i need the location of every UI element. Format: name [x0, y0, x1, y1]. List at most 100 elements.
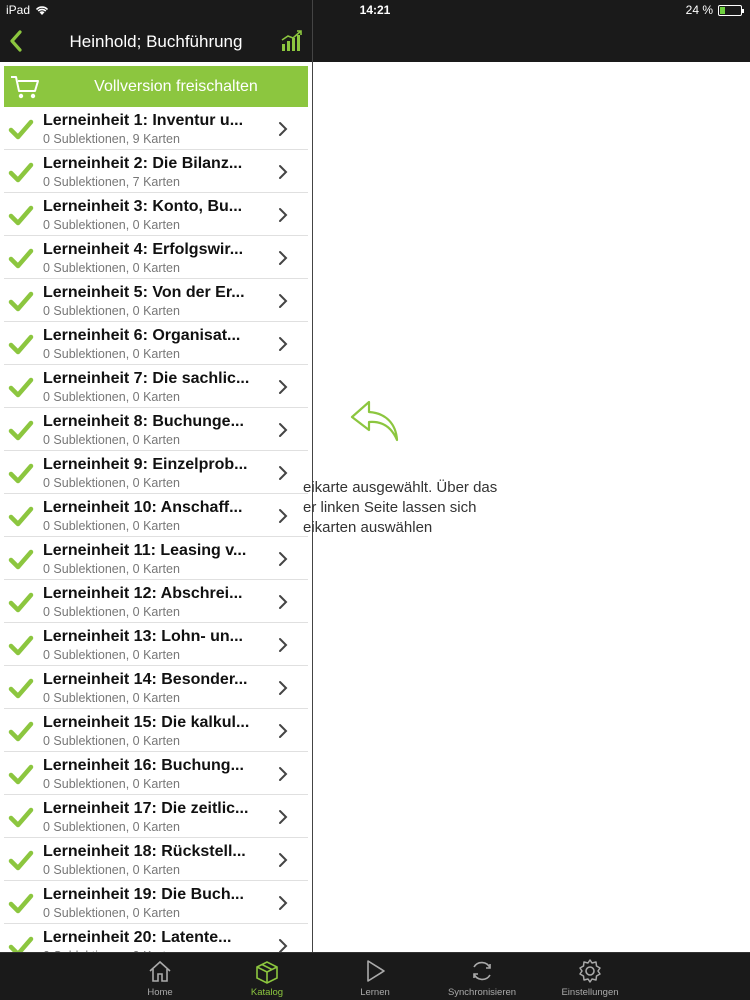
empty-selection-message: eikarte ausgewählt. Über das er linken S… — [303, 479, 498, 536]
lesson-subtitle: 0 Sublektionen, 0 Karten — [43, 304, 180, 318]
list-item[interactable]: Lerneinheit 13: Lohn- un... 0 Sublektione… — [4, 623, 308, 666]
list-item[interactable]: Lerneinheit 17: Die zeitlic... 0 Sublekti… — [4, 795, 308, 838]
list-item[interactable]: Lerneinheit 8: Buchunge... 0 Sublektionen… — [4, 408, 308, 451]
chevron-right-icon — [279, 294, 288, 308]
chevron-right-icon — [279, 853, 288, 867]
lesson-subtitle: 0 Sublektionen, 0 Karten — [43, 433, 180, 447]
list-item[interactable]: Lerneinheit 14: Besonder... 0 Sublektione… — [4, 666, 308, 709]
checkmark-icon — [8, 248, 34, 269]
checkmark-icon — [8, 635, 34, 656]
list-item[interactable]: Lerneinheit 1: Inventur u... 0 Sublektion… — [4, 107, 308, 150]
chevron-right-icon — [279, 380, 288, 394]
lesson-title: Lerneinheit 8: Buchunge... — [43, 413, 244, 430]
chevron-right-icon — [279, 509, 288, 523]
nav-bar: Heinhold; Buchführung — [0, 20, 312, 62]
lesson-subtitle: 0 Sublektionen, 7 Karten — [43, 175, 180, 189]
lesson-title: Lerneinheit 18: Rückstell... — [43, 843, 246, 860]
reply-arrow-icon — [350, 400, 399, 442]
tab-label: Synchronisieren — [447, 987, 517, 998]
bar-chart-icon[interactable] — [280, 29, 304, 53]
tab-bar: Home Katalog Lernen Synchronisieren Einstell… — [0, 952, 750, 1000]
chevron-right-icon — [279, 165, 288, 179]
checkmark-icon — [8, 764, 34, 785]
lesson-title: Lerneinheit 12: Abschrei... — [43, 585, 243, 602]
list-item[interactable]: Lerneinheit 6: Organisat... 0 Sublektione… — [4, 322, 308, 365]
tab-label: Katalog — [250, 987, 284, 998]
checkmark-icon — [8, 592, 34, 613]
lesson-subtitle: 0 Sublektionen, 0 Karten — [43, 562, 180, 576]
list-item[interactable]: Lerneinheit 2: Die Bilanz... 0 Sublektion… — [4, 150, 308, 193]
battery-percent: 24 % — [685, 3, 713, 17]
lesson-title: Lerneinheit 1: Inventur u... — [43, 112, 244, 129]
box-icon — [256, 961, 278, 984]
tab-synchronisieren[interactable]: Synchronisieren — [427, 953, 537, 1000]
battery-level — [720, 6, 725, 14]
tab-home[interactable]: Home — [105, 953, 215, 1000]
checkmark-icon — [8, 377, 34, 398]
list-item[interactable]: Lerneinheit 15: Die kalkul... 0 Sublektio… — [4, 709, 308, 752]
battery-icon — [718, 4, 744, 16]
list-item[interactable]: Lerneinheit 18: Rückstell... 0 Sublektion… — [4, 838, 308, 881]
list-item[interactable]: Lerneinheit 9: Einzelprob... 0 Sublektion… — [4, 451, 308, 494]
lesson-title: Lerneinheit 13: Lohn- un... — [43, 628, 243, 645]
nav-title: Heinhold; Buchführung — [69, 32, 243, 51]
chevron-right-icon — [279, 122, 288, 136]
lesson-subtitle: 0 Sublektionen, 9 Karten — [43, 132, 180, 146]
lesson-subtitle: 0 Sublektionen, 0 Karten — [43, 519, 180, 533]
status-bar: iPad 14:21 24 % — [0, 0, 750, 20]
tab-label: Einstellungen — [561, 987, 619, 998]
chevron-right-icon — [279, 939, 288, 952]
lesson-subtitle: 0 Sublektionen, 0 Karten — [43, 691, 180, 705]
list-item[interactable]: Lerneinheit 3: Konto, Bu... 0 Sublektione… — [4, 193, 308, 236]
lesson-title: Lerneinheit 15: Die kalkul... — [43, 714, 250, 731]
lesson-title: Lerneinheit 10: Anschaff... — [43, 499, 243, 516]
play-icon — [367, 960, 385, 982]
detail-nav-bar — [313, 20, 750, 62]
lesson-list-pane: Vollversion freischalten Lerneinheit 1: … — [0, 62, 312, 952]
lesson-subtitle: 0 Sublektionen, 0 Karten — [43, 863, 180, 877]
tab-lernen[interactable]: Lernen — [320, 953, 430, 1000]
chevron-right-icon — [279, 638, 288, 652]
list-item[interactable]: Lerneinheit 10: Anschaff... 0 Sublektione… — [4, 494, 308, 537]
chevron-right-icon — [279, 767, 288, 781]
lesson-title: Lerneinheit 3: Konto, Bu... — [43, 198, 243, 215]
lesson-title: Lerneinheit 4: Erfolgswir... — [43, 241, 244, 258]
list-item[interactable]: Lerneinheit 12: Abschrei... 0 Sublektione… — [4, 580, 308, 623]
unlock-full-version-button[interactable]: Vollversion freischalten — [4, 66, 308, 107]
list-item[interactable]: Lerneinheit 20: Latente...0 Sublektionen… — [4, 924, 308, 952]
lesson-subtitle: 0 Sublektionen, 0 Karten — [43, 820, 180, 834]
lesson-title: Lerneinheit 17: Die zeitlic... — [43, 800, 249, 817]
unlock-label: Vollversion freischalten — [94, 78, 258, 95]
list-item[interactable]: Lerneinheit 4: Erfolgswir... 0 Sublektion… — [4, 236, 308, 279]
status-right: 24 % — [685, 3, 744, 17]
lesson-title: Lerneinheit 7: Die sachlic... — [43, 370, 250, 387]
lesson-subtitle: 0 Sublektionen, 0 Karten — [43, 648, 180, 662]
list-item[interactable]: Lerneinheit 5: Von der Er... 0 Sublektion… — [4, 279, 308, 322]
checkmark-icon — [8, 291, 34, 312]
status-time: 14:21 — [359, 3, 391, 17]
list-item[interactable]: Lerneinheit 19: Die Buch... 0 Sublektione… — [4, 881, 308, 924]
checkmark-icon — [8, 334, 34, 355]
chevron-right-icon — [279, 466, 288, 480]
lesson-subtitle: 0 Sublektionen, 0 Karten — [43, 734, 180, 748]
lesson-subtitle: 0 Sublektionen, 0 Karten — [43, 390, 180, 404]
list-item[interactable]: Lerneinheit 11: Leasing v... 0 Sublektion… — [4, 537, 308, 580]
tab-einstellungen[interactable]: Einstellungen — [535, 953, 645, 1000]
lesson-title: Lerneinheit 9: Einzelprob... — [43, 456, 248, 473]
list-item[interactable]: Lerneinheit 7: Die sachlic... 0 Sublektio… — [4, 365, 308, 408]
detail-pane: eikarte ausgewählt. Über das er linken S… — [303, 62, 750, 952]
checkmark-icon — [8, 936, 34, 952]
tab-katalog[interactable]: Katalog — [212, 953, 322, 1000]
list-item[interactable]: Lerneinheit 16: Buchung... 0 Sublektionen… — [4, 752, 308, 795]
lesson-title: Lerneinheit 6: Organisat... — [43, 327, 241, 344]
checkmark-icon — [8, 463, 34, 484]
checkmark-icon — [8, 549, 34, 570]
sync-icon — [473, 961, 491, 981]
checkmark-icon — [8, 119, 34, 140]
cart-icon — [11, 76, 39, 99]
lesson-title: Lerneinheit 20: Latente... — [43, 929, 232, 946]
checkmark-icon — [8, 205, 34, 226]
chevron-right-icon — [279, 595, 288, 609]
lesson-subtitle: 0 Sublektionen, 0 Karten — [43, 261, 180, 275]
home-icon — [149, 960, 171, 982]
